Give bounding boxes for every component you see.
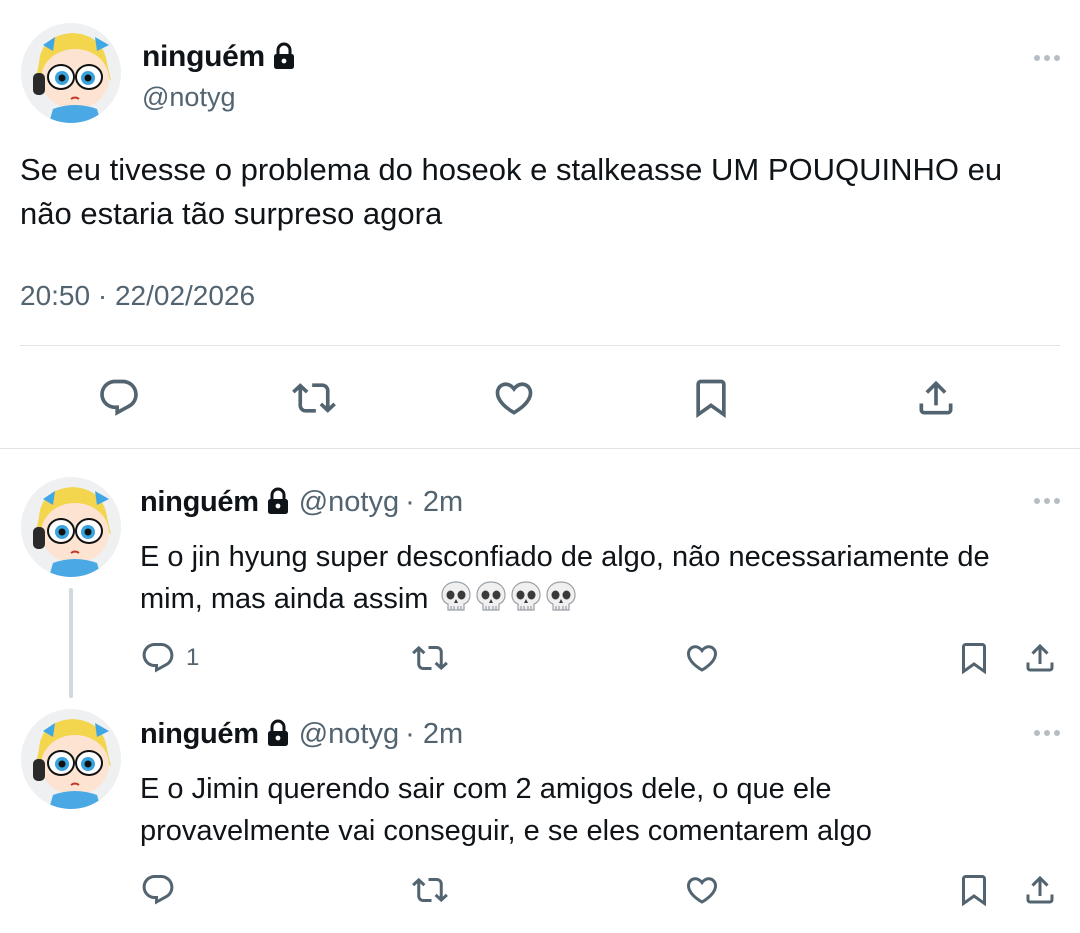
avatar-image [21, 709, 121, 809]
bookmark-icon [962, 643, 986, 675]
retweet-button[interactable] [411, 640, 449, 676]
author-name[interactable]: ninguém [140, 718, 259, 750]
avatar-image [21, 477, 121, 577]
author-handle[interactable]: @notyg [299, 486, 399, 518]
reply-time[interactable]: · 2m [405, 486, 463, 518]
dot-icon [1044, 55, 1050, 61]
skull-icon [510, 581, 541, 611]
share-button[interactable] [1022, 640, 1058, 676]
dot-icon [1054, 55, 1060, 61]
more-options-button[interactable] [1034, 55, 1060, 61]
author-name-text[interactable]: ninguém [142, 40, 265, 73]
dot-icon [1034, 498, 1040, 504]
share-button[interactable] [914, 376, 958, 420]
retweet-icon [412, 645, 448, 671]
retweet-icon [412, 877, 448, 903]
share-icon [919, 380, 953, 415]
retweet-button[interactable] [290, 376, 338, 420]
share-button[interactable] [1022, 872, 1058, 908]
reply-time[interactable]: · 2m [405, 718, 463, 750]
reply-button[interactable]: 1 [140, 640, 199, 676]
dot-icon [1044, 730, 1050, 736]
dot-icon [1054, 730, 1060, 736]
dot-icon [1054, 498, 1060, 504]
author-name[interactable]: ninguém [140, 486, 259, 518]
reply-button[interactable] [96, 376, 142, 420]
lock-icon [267, 487, 288, 514]
dot-icon [1034, 55, 1040, 61]
reply-icon [142, 875, 174, 905]
dot-icon [1034, 730, 1040, 736]
reply-button[interactable] [140, 872, 186, 908]
avatar[interactable] [21, 709, 121, 809]
divider [0, 448, 1080, 449]
retweet-icon [292, 383, 336, 413]
tweet-text: Se eu tivesse o problema do hoseok e sta… [20, 152, 1003, 231]
share-icon [1026, 875, 1054, 904]
thread-connector-line [69, 588, 73, 698]
lock-icon [273, 42, 294, 69]
lock-icon [267, 719, 288, 746]
divider [20, 345, 1060, 346]
like-button[interactable] [684, 640, 720, 676]
more-options-button[interactable] [1034, 498, 1060, 504]
tweet-timestamp[interactable]: 20:50 · 22/02/2026 [20, 280, 255, 312]
skull-icon [545, 581, 576, 611]
author-name[interactable]: ninguém [142, 40, 295, 74]
like-icon [686, 877, 718, 904]
reply-header: ninguém @notyg · 2m [140, 718, 463, 751]
more-options-button[interactable] [1034, 730, 1060, 736]
skull-emoji-group [437, 581, 577, 615]
bookmark-button[interactable] [956, 640, 992, 676]
like-button[interactable] [491, 376, 537, 420]
dot-icon [1044, 498, 1050, 504]
bookmark-button[interactable] [689, 376, 733, 420]
author-handle[interactable]: @notyg [142, 82, 235, 113]
skull-icon [440, 581, 471, 611]
reply-header: ninguém @notyg · 2m [140, 486, 463, 519]
like-button[interactable] [684, 872, 720, 908]
reply-text: E o Jimin querendo sair com 2 amigos del… [140, 773, 872, 847]
bookmark-icon [696, 379, 726, 419]
share-icon [1026, 643, 1054, 672]
reply-count: 1 [186, 644, 200, 671]
author-handle[interactable]: @notyg [299, 718, 399, 750]
bookmark-icon [962, 875, 986, 907]
like-icon [495, 382, 533, 415]
like-icon [686, 645, 718, 672]
reply-text: E o jin hyung super desconfiado de algo,… [140, 536, 1060, 620]
reply-icon [142, 643, 174, 673]
avatar[interactable] [21, 477, 121, 577]
retweet-button[interactable] [411, 872, 449, 908]
avatar[interactable] [21, 23, 121, 123]
bookmark-button[interactable] [956, 872, 992, 908]
skull-icon [475, 581, 506, 611]
reply-icon [100, 379, 138, 416]
avatar-image [21, 23, 121, 123]
